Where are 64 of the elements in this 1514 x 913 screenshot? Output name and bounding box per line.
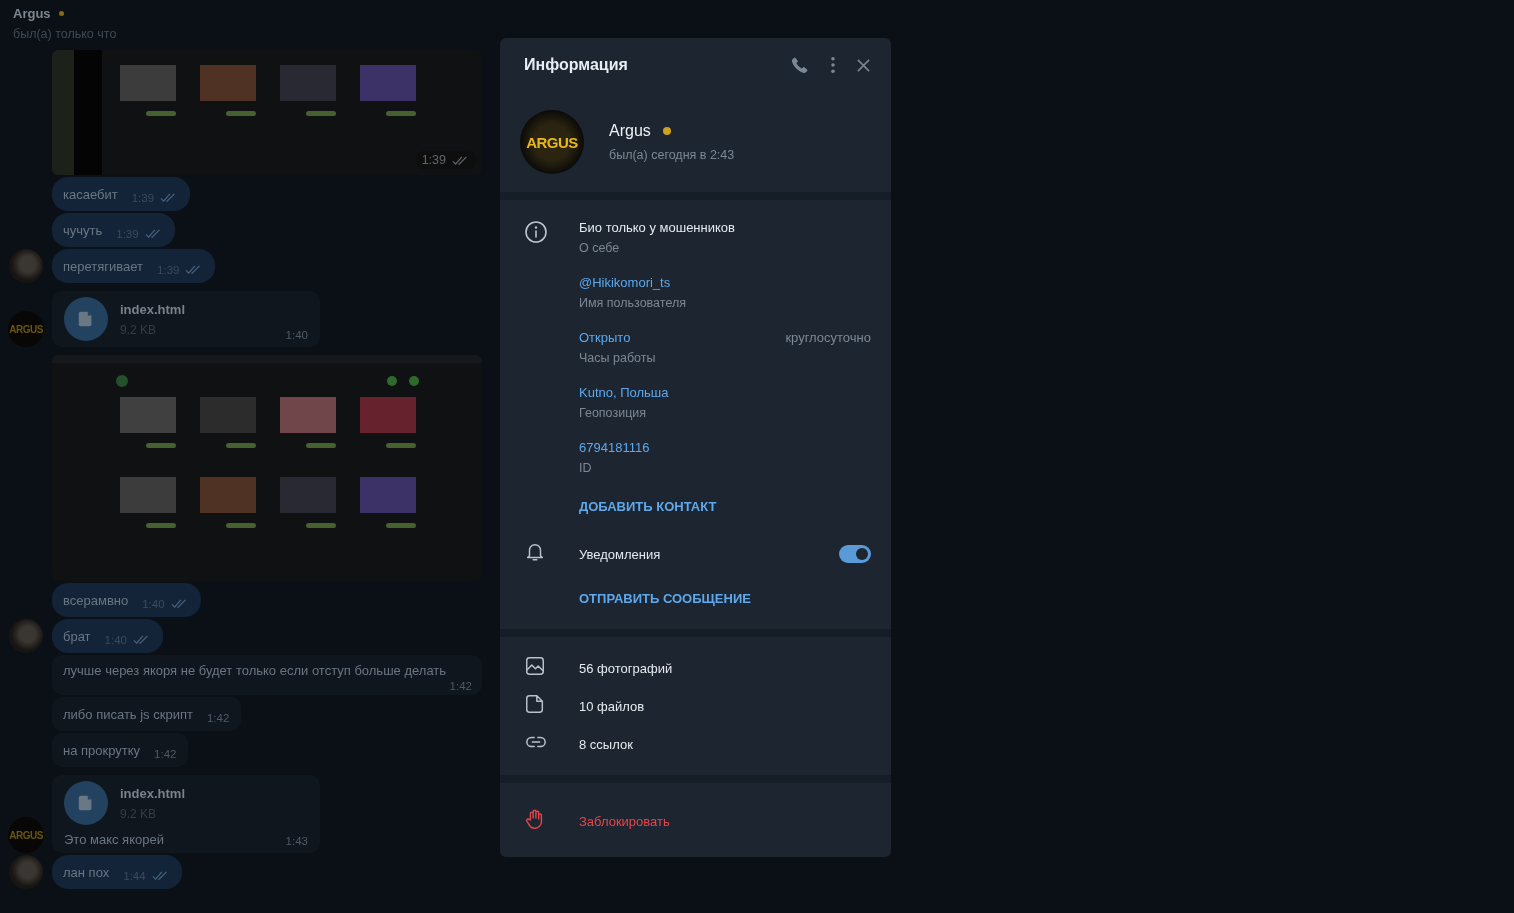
- last-seen-status: был(а) только что: [13, 27, 118, 41]
- double-check-icon: [151, 869, 170, 881]
- avatar-logo: ARGUS: [520, 110, 584, 174]
- info-value: Био только у мошенников: [579, 220, 735, 235]
- avatar: [9, 855, 43, 889]
- message-text: всерамвно: [63, 592, 129, 608]
- message-time: 1:39: [421, 153, 446, 167]
- message-time: 1:42: [449, 680, 472, 692]
- message-text: лан пох: [63, 864, 110, 880]
- double-check-icon: [144, 227, 163, 239]
- file-name[interactable]: index.html: [120, 785, 185, 801]
- double-check-icon: [452, 154, 470, 166]
- profile-name: Argus: [609, 122, 651, 140]
- dialog-title: Информация: [524, 56, 629, 74]
- double-check-icon: [132, 633, 151, 645]
- message-text: брат: [63, 628, 91, 644]
- status-dot: [58, 11, 64, 16]
- last-seen-status: был(а) сегодня в 2:43: [609, 148, 735, 162]
- message-text: чучуть: [63, 222, 103, 238]
- message-time: 1:43: [285, 835, 308, 847]
- info-label: ID: [579, 461, 593, 475]
- message-text: перетягивает: [63, 258, 144, 274]
- message-text: на прокрутку: [63, 742, 141, 758]
- file-icon[interactable]: [64, 297, 108, 341]
- info-label: Имя пользователя: [579, 296, 687, 310]
- info-icon: [524, 220, 548, 244]
- bell-icon: [524, 541, 546, 563]
- message-text: Это макс якорей: [64, 832, 164, 847]
- info-value[interactable]: @Hikikomori_ts: [579, 275, 671, 290]
- more-icon[interactable]: [830, 56, 836, 74]
- media-link[interactable]: 8 ссылок: [579, 736, 633, 752]
- avatar-logo: ARGUS: [8, 817, 44, 853]
- notifications-label: Уведомления: [579, 546, 662, 562]
- media-link[interactable]: 56 фотографий: [579, 660, 673, 676]
- avatar-logo: ARGUS: [8, 311, 44, 347]
- info-label: Геопозиция: [579, 406, 648, 420]
- file-name[interactable]: index.html: [120, 301, 185, 317]
- contact-name: Argus: [13, 6, 51, 21]
- send-message-button[interactable]: ОТПРАВИТЬ СООБЩЕНИЕ: [579, 591, 751, 606]
- double-check-icon: [170, 597, 189, 609]
- status-dot: [662, 127, 671, 135]
- message-time: 1:42: [154, 748, 177, 760]
- info-label: О себе: [579, 241, 621, 255]
- message-text: касаебит: [63, 186, 118, 202]
- block-user-link[interactable]: Заблокировать: [579, 813, 670, 829]
- file-icon[interactable]: [64, 781, 108, 825]
- info-value[interactable]: Открыто: [579, 330, 631, 345]
- add-contact-button[interactable]: ДОБАВИТЬ КОНТАКТ: [579, 499, 717, 514]
- info-extra: круглосуточно: [785, 330, 871, 345]
- close-icon[interactable]: [856, 57, 871, 73]
- message-time: 1:40: [285, 329, 308, 341]
- image-icon: [524, 655, 546, 677]
- message-text: лучше через якоря не будет только если отступ больше делать: [63, 663, 448, 678]
- notifications-toggle[interactable]: [839, 545, 871, 563]
- avatar: [9, 619, 43, 653]
- phone-icon[interactable]: [790, 55, 810, 75]
- avatar: [9, 249, 43, 283]
- info-value[interactable]: Kutno, Польша: [579, 385, 669, 400]
- info-label: Часы работы: [579, 351, 657, 365]
- media-link[interactable]: 10 файлов: [579, 698, 645, 714]
- message-time: 1:42: [206, 712, 230, 724]
- message-text: либо писать js скрипт: [63, 706, 193, 722]
- file-icon: [524, 693, 546, 715]
- info-value[interactable]: 6794181116: [579, 440, 650, 455]
